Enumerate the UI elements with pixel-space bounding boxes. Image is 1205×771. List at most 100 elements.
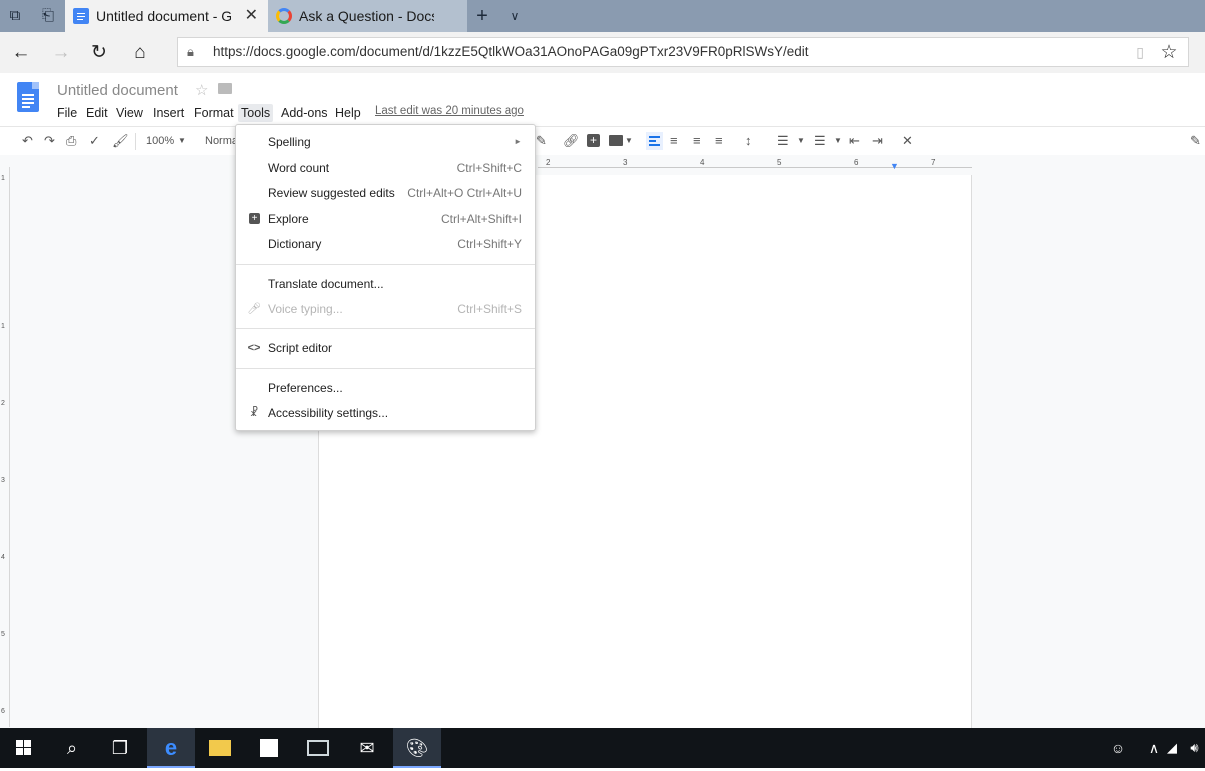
ruler-number: 5 — [777, 158, 782, 167]
menu-item-shortcut: Ctrl+Shift+Y — [457, 237, 522, 251]
windows-start-icon[interactable] — [0, 728, 48, 768]
zoom-select[interactable]: 100% — [146, 133, 174, 149]
numbered-list-chevron-icon[interactable]: ▼ — [797, 133, 805, 149]
image-chevron-icon[interactable]: ▼ — [625, 133, 633, 149]
docs-logo-icon[interactable] — [17, 82, 39, 112]
menu-tools[interactable]: Tools — [238, 104, 274, 122]
url-field[interactable]: 🔒︎ https://docs.google.com/document/d/1k… — [177, 37, 1189, 67]
home-icon[interactable]: ⌂ — [127, 40, 153, 66]
vertical-ruler[interactable]: 1 1 2 3 4 5 6 — [0, 167, 10, 727]
forward-icon[interactable]: → — [48, 40, 74, 66]
zoom-chevron-icon[interactable]: ▼ — [178, 133, 186, 149]
menu-item-review-suggested-edits[interactable]: Review suggested edits Ctrl+Alt+O Ctrl+A… — [236, 181, 535, 205]
menu-help[interactable]: Help — [332, 104, 364, 122]
tab-label: Untitled document - Go — [96, 8, 231, 24]
store-icon[interactable] — [245, 728, 293, 768]
menu-item-spelling[interactable]: Spelling ► — [236, 130, 535, 154]
task-view-icon[interactable]: ❐ — [96, 728, 144, 768]
right-indent-marker-icon[interactable]: ▼ — [890, 161, 899, 171]
docs-favicon-icon — [73, 8, 89, 24]
menu-item-shortcut: Ctrl+Shift+S — [457, 302, 522, 316]
numbered-list-icon[interactable]: ☰ — [777, 133, 789, 149]
close-tab-icon[interactable]: ✕ — [245, 0, 258, 32]
edge-browser-icon[interactable]: e — [147, 728, 195, 768]
menu-item-accessibility-settings[interactable]: ☧ Accessibility settings... — [236, 401, 535, 425]
browser-tab-bar: ⧉ ⎗ Untitled document - Go ✕ Ask a Quest… — [0, 0, 1205, 32]
last-edit-link[interactable]: Last edit was 20 minutes ago — [375, 105, 524, 117]
star-icon[interactable]: ☆ — [195, 81, 208, 99]
bulleted-list-icon[interactable]: ☰ — [814, 133, 826, 149]
menu-item-label: Dictionary — [268, 237, 322, 251]
refresh-icon[interactable]: ↻ — [86, 40, 112, 66]
search-icon[interactable]: ⌕ — [48, 728, 96, 768]
insert-image-icon[interactable] — [609, 135, 623, 146]
ruler-number: 4 — [1, 554, 5, 561]
new-tab-icon[interactable]: + — [472, 6, 492, 26]
tab-ask-a-question[interactable]: Ask a Question - Docs Edito — [268, 0, 467, 32]
menu-divider — [236, 368, 535, 369]
menu-item-explore[interactable]: + Explore Ctrl+Alt+Shift+I — [236, 207, 535, 231]
ruler-number: 6 — [854, 158, 859, 167]
redo-icon[interactable]: ↷ — [44, 133, 55, 149]
menu-insert[interactable]: Insert — [150, 104, 187, 122]
file-explorer-icon[interactable] — [196, 728, 244, 768]
document-title[interactable]: Untitled document — [57, 82, 178, 99]
undo-icon[interactable]: ↶ — [22, 133, 33, 149]
monitor-app-icon[interactable] — [294, 728, 342, 768]
tab-list-chevron-icon[interactable]: ∨ — [505, 6, 525, 26]
tab-set-aside-icon[interactable]: ⧉ — [5, 6, 25, 26]
align-center-icon[interactable]: ≡ — [670, 133, 678, 149]
line-spacing-icon[interactable]: ↕ — [745, 133, 752, 149]
menu-item-label: Script editor — [268, 341, 333, 355]
spellcheck-icon[interactable]: ✓ — [89, 133, 100, 149]
tab-untitled-document[interactable]: Untitled document - Go ✕ — [65, 0, 268, 32]
align-left-icon[interactable] — [646, 132, 663, 150]
insert-comment-icon[interactable]: + — [587, 134, 600, 147]
paint-app-icon[interactable]: 🎨︎ — [393, 728, 441, 768]
formatting-toolbar: ↶ ↷ ⎙ ✓ 🖌︎ 100% ▼ Normal ✎ 🔗︎ + ▼ ≡ ≡ ≡ … — [0, 126, 1205, 155]
menu-item-label: Review suggested edits — [268, 186, 395, 200]
menu-item-dictionary[interactable]: Dictionary Ctrl+Shift+Y — [236, 232, 535, 256]
volume-icon[interactable]: 🔊︎ — [1184, 728, 1205, 768]
menu-item-shortcut: Ctrl+Alt+O Ctrl+Alt+U — [407, 186, 522, 200]
align-right-icon[interactable]: ≡ — [693, 133, 701, 149]
accessibility-icon: ☧ — [249, 407, 259, 419]
mail-icon[interactable]: ✉ — [343, 728, 391, 768]
paint-format-icon[interactable]: 🖌︎ — [112, 133, 129, 149]
highlight-icon[interactable]: ✎ — [536, 133, 547, 149]
menu-item-script-editor[interactable]: <> Script editor — [236, 336, 535, 360]
menu-edit[interactable]: Edit — [83, 104, 111, 122]
menu-add-ons[interactable]: Add-ons — [278, 104, 331, 122]
back-icon[interactable]: ← — [8, 40, 34, 66]
favorite-star-icon[interactable]: ☆ — [1156, 40, 1182, 66]
menu-item-voice-typing[interactable]: 🎤︎ Voice typing... Ctrl+Shift+S — [236, 297, 535, 321]
menu-item-shortcut: Ctrl+Alt+Shift+I — [440, 212, 522, 226]
menu-view[interactable]: View — [113, 104, 146, 122]
clear-formatting-icon[interactable]: ✕ — [902, 133, 913, 149]
tab-preview-icon[interactable]: ⎗ — [38, 6, 58, 26]
menu-format[interactable]: Format — [191, 104, 237, 122]
justify-icon[interactable]: ≡ — [715, 133, 723, 149]
ruler-number: 2 — [1, 400, 5, 407]
explore-icon: + — [249, 213, 260, 224]
decrease-indent-icon[interactable]: ⇤ — [849, 133, 860, 149]
editing-mode-pencil-icon[interactable]: ✎ — [1190, 133, 1201, 149]
network-icon[interactable]: ◢ — [1160, 728, 1184, 768]
increase-indent-icon[interactable]: ⇥ — [872, 133, 883, 149]
menu-item-word-count[interactable]: Word count Ctrl+Shift+C — [236, 156, 535, 180]
folder-icon[interactable] — [218, 83, 232, 94]
horizontal-ruler[interactable]: 2 3 4 5 6 7 ▼ — [538, 158, 972, 171]
print-icon[interactable]: ⎙ — [66, 133, 76, 149]
submenu-arrow-icon: ► — [514, 137, 522, 146]
menu-item-translate-document[interactable]: Translate document... — [236, 272, 535, 296]
code-icon: <> — [247, 342, 261, 354]
menu-item-preferences[interactable]: Preferences... — [236, 376, 535, 400]
menu-file[interactable]: File — [54, 104, 80, 122]
microphone-icon: 🎤︎ — [247, 303, 261, 315]
windows-taskbar: ⌕ ❐ e ✉ 🎨︎ ☺ ∧ ◢ 🔊︎ — [0, 728, 1205, 768]
reading-view-icon[interactable]: ▯ — [1136, 44, 1144, 61]
bulleted-list-chevron-icon[interactable]: ▼ — [834, 133, 842, 149]
menu-divider — [236, 264, 535, 265]
tools-menu: Spelling ► Word count Ctrl+Shift+C Revie… — [235, 124, 536, 431]
link-icon[interactable]: 🔗︎ — [563, 133, 580, 149]
